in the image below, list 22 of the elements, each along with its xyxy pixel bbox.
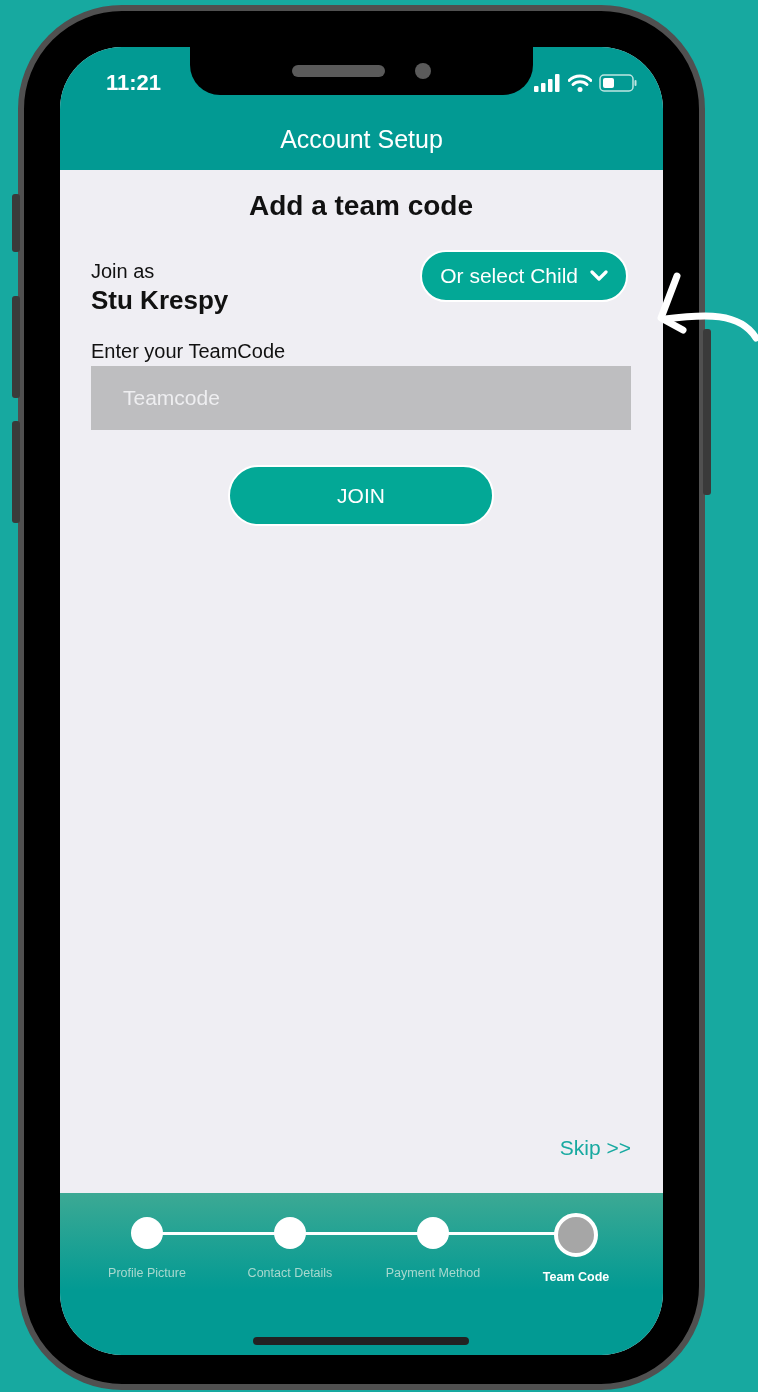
page-heading: Add a team code [247, 190, 475, 222]
join-as-label: Join as [91, 260, 156, 283]
step-dot[interactable] [274, 1217, 306, 1249]
chevron-down-icon [590, 270, 608, 282]
step-label: Payment Method [385, 1266, 481, 1280]
screen-title: Account Setup [279, 124, 444, 155]
step-label: Profile Picture [108, 1266, 186, 1280]
wifi-icon [568, 74, 592, 92]
signal-icon [534, 74, 561, 92]
step-dot[interactable] [554, 1213, 598, 1257]
step-dot[interactable] [417, 1217, 449, 1249]
user-name: Stu Krespy [91, 285, 229, 316]
select-child-button[interactable]: Or select Child [420, 250, 628, 302]
step-label: Contact Details [247, 1266, 333, 1280]
step-label: Team Code [542, 1270, 610, 1284]
camera-dot [415, 63, 431, 79]
battery-icon [599, 74, 637, 92]
teamcode-label: Enter your TeamCode [91, 340, 287, 363]
skip-link[interactable]: Skip >> [559, 1136, 631, 1160]
join-button[interactable]: JOIN [228, 465, 494, 526]
status-time: 11:21 [106, 70, 162, 96]
step-dot[interactable] [131, 1217, 163, 1249]
